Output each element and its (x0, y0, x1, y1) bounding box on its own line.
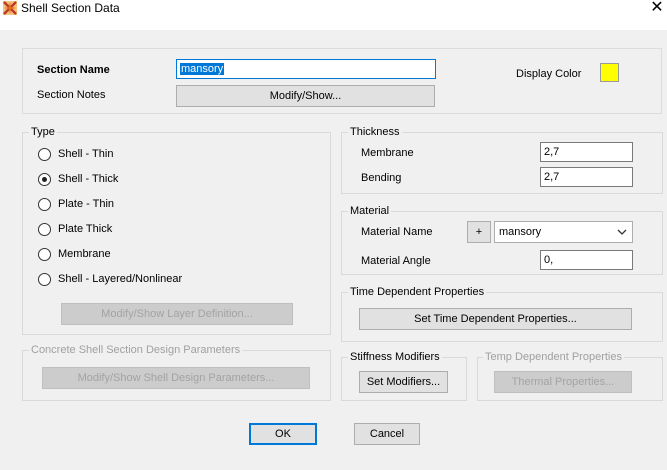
radio-label: Plate - Thin (58, 198, 115, 210)
title-bar: Shell Section Data ✕ (0, 0, 667, 30)
modify-shell-design-button[interactable]: Modify/Show Shell Design Parameters... (42, 367, 310, 389)
window-title: Shell Section Data (21, 1, 120, 15)
app-logo-icon (3, 1, 17, 15)
modify-show-notes-button[interactable]: Modify/Show... (176, 85, 435, 107)
display-color-swatch[interactable] (600, 63, 619, 82)
thermal-properties-button[interactable]: Thermal Properties... (494, 371, 632, 393)
thickness-group-title: Thickness (348, 126, 402, 138)
close-icon[interactable]: ✕ (647, 0, 667, 17)
set-modifiers-button[interactable]: Set Modifiers... (359, 371, 448, 393)
display-color-label: Display Color (516, 68, 582, 80)
membrane-thickness-input[interactable]: 2,7 (540, 142, 633, 162)
material-angle-label: Material Angle (361, 255, 431, 267)
stiffness-modifiers-group-title: Stiffness Modifiers (348, 351, 442, 363)
radio-label: Shell - Thin (58, 148, 114, 160)
section-name-input[interactable]: mansory (176, 59, 436, 79)
section-name-label: Section Name (37, 64, 110, 76)
concrete-design-group-title: Concrete Shell Section Design Parameters (29, 344, 243, 356)
membrane-thickness-label: Membrane (361, 147, 414, 159)
modify-layer-definition-button[interactable]: Modify/Show Layer Definition... (61, 303, 293, 325)
section-name-value: mansory (180, 63, 225, 75)
material-name-select[interactable]: mansory (494, 221, 633, 243)
radio-label: Shell - Layered/Nonlinear (58, 273, 183, 285)
radio-button[interactable] (38, 223, 51, 236)
radio-label: Plate Thick (58, 223, 113, 235)
material-group-title: Material (348, 205, 392, 217)
radio-button[interactable] (38, 198, 51, 211)
radio-button[interactable] (38, 173, 51, 186)
material-name-label: Material Name (361, 226, 433, 238)
add-material-button[interactable]: + (467, 221, 491, 243)
bending-thickness-input[interactable]: 2,7 (540, 167, 633, 187)
cancel-button[interactable]: Cancel (354, 423, 420, 445)
section-notes-label: Section Notes (37, 89, 106, 101)
radio-button[interactable] (38, 148, 51, 161)
temp-dependent-group-title: Temp Dependent Properties (483, 351, 624, 363)
type-group-title: Type (29, 126, 57, 138)
time-dependent-group-title: Time Dependent Properties (348, 286, 487, 298)
ok-button[interactable]: OK (249, 423, 317, 445)
chevron-down-icon (617, 229, 627, 235)
material-name-value: mansory (499, 226, 542, 238)
radio-label: Membrane (58, 248, 111, 260)
set-time-dependent-button[interactable]: Set Time Dependent Properties... (359, 308, 632, 330)
radio-button[interactable] (38, 273, 51, 286)
radio-label: Shell - Thick (58, 173, 119, 185)
material-angle-input[interactable]: 0, (540, 250, 633, 270)
radio-button[interactable] (38, 248, 51, 261)
bending-thickness-label: Bending (361, 172, 402, 184)
